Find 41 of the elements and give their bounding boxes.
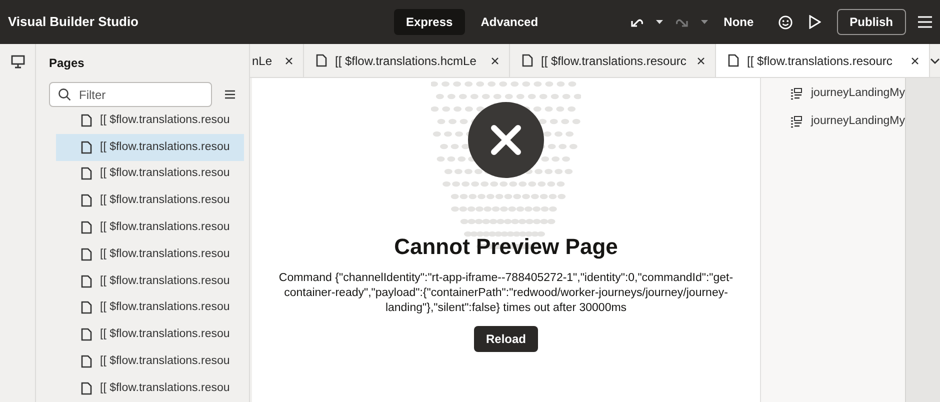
file-icon (81, 274, 92, 288)
file-icon (81, 301, 92, 314)
error-icon (468, 102, 544, 178)
file-icon (81, 248, 92, 261)
search-icon (58, 88, 71, 101)
file-icon (81, 328, 92, 342)
chevron-down-icon[interactable] (930, 58, 940, 64)
close-icon[interactable] (697, 56, 705, 64)
file-icon (81, 167, 92, 180)
smiley-icon[interactable] (778, 14, 793, 30)
caret-icon[interactable] (656, 20, 663, 24)
monitor-icon[interactable] (10, 55, 24, 69)
file-icon (81, 221, 92, 234)
list-icon (791, 116, 803, 128)
mode-tab[interactable]: Advanced (468, 9, 550, 35)
file-icon (81, 114, 92, 127)
publish-button[interactable]: Publish (836, 9, 906, 35)
close-icon[interactable] (911, 56, 919, 64)
page-item[interactable]: [[ $flow.translations.resou (56, 134, 244, 161)
menu-icon[interactable] (225, 90, 235, 99)
file-icon (81, 194, 92, 208)
file-icon (81, 382, 92, 395)
app-title: Visual Builder Studio (8, 13, 140, 32)
editor-tab[interactable]: nLe (250, 44, 304, 77)
filter-field[interactable]: Filter (49, 82, 212, 107)
mode-tab[interactable]: Express (394, 9, 465, 35)
editor-tab[interactable]: [[ $flow.translations.hcmLe (304, 44, 510, 77)
editor-tab[interactable]: [[ $flow.translations.resourc (716, 44, 930, 77)
panel-title: Pages (49, 55, 86, 72)
close-icon[interactable] (285, 56, 293, 64)
error-title: Cannot Preview Page (394, 233, 618, 261)
file-icon (81, 140, 92, 154)
structure-item[interactable]: journeyLandingMy (761, 108, 905, 136)
play-icon[interactable] (808, 15, 821, 29)
theme-label[interactable]: None (724, 13, 754, 31)
reload-button[interactable]: Reload (474, 326, 538, 352)
list-icon (791, 88, 803, 100)
file-icon (81, 355, 92, 368)
structure-item[interactable]: journeyLandingMy (761, 80, 905, 108)
error-message: Command {"channelIdentity":"rt-app-iframe--788405272-1","identity":0,"commandId":"get-container-ready","payload":{"containerPath":"redwood/worker-journeys/journey/journey-landing"},"silent":false} times out after 30000ms (278, 271, 734, 316)
close-icon[interactable] (491, 56, 499, 64)
